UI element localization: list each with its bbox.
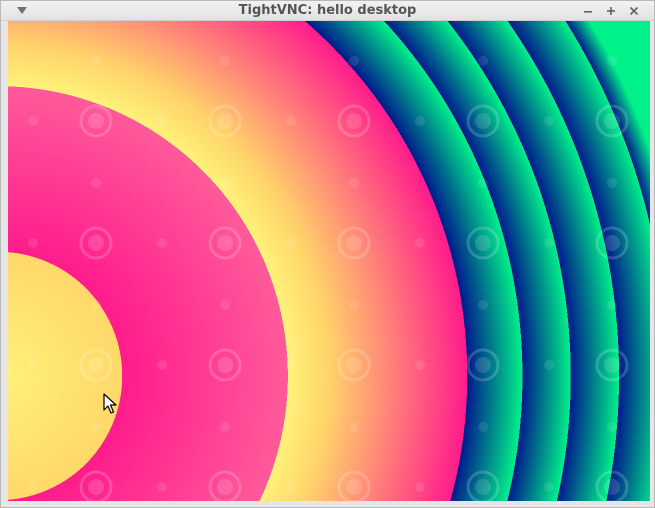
minimize-button[interactable] [580,3,595,18]
minimize-icon [583,10,592,13]
title-bar[interactable]: TightVNC: hello desktop [1,1,654,21]
maximize-icon [606,6,615,15]
close-button[interactable] [626,3,641,18]
maximize-button[interactable] [603,3,618,18]
desktop-pattern [8,21,650,501]
vnc-window: TightVNC: hello desktop [0,0,655,508]
close-icon [629,6,638,15]
remote-desktop-view[interactable] [8,21,650,501]
mouse-pointer-icon [103,393,117,414]
window-title: TightVNC: hello desktop [238,3,417,18]
